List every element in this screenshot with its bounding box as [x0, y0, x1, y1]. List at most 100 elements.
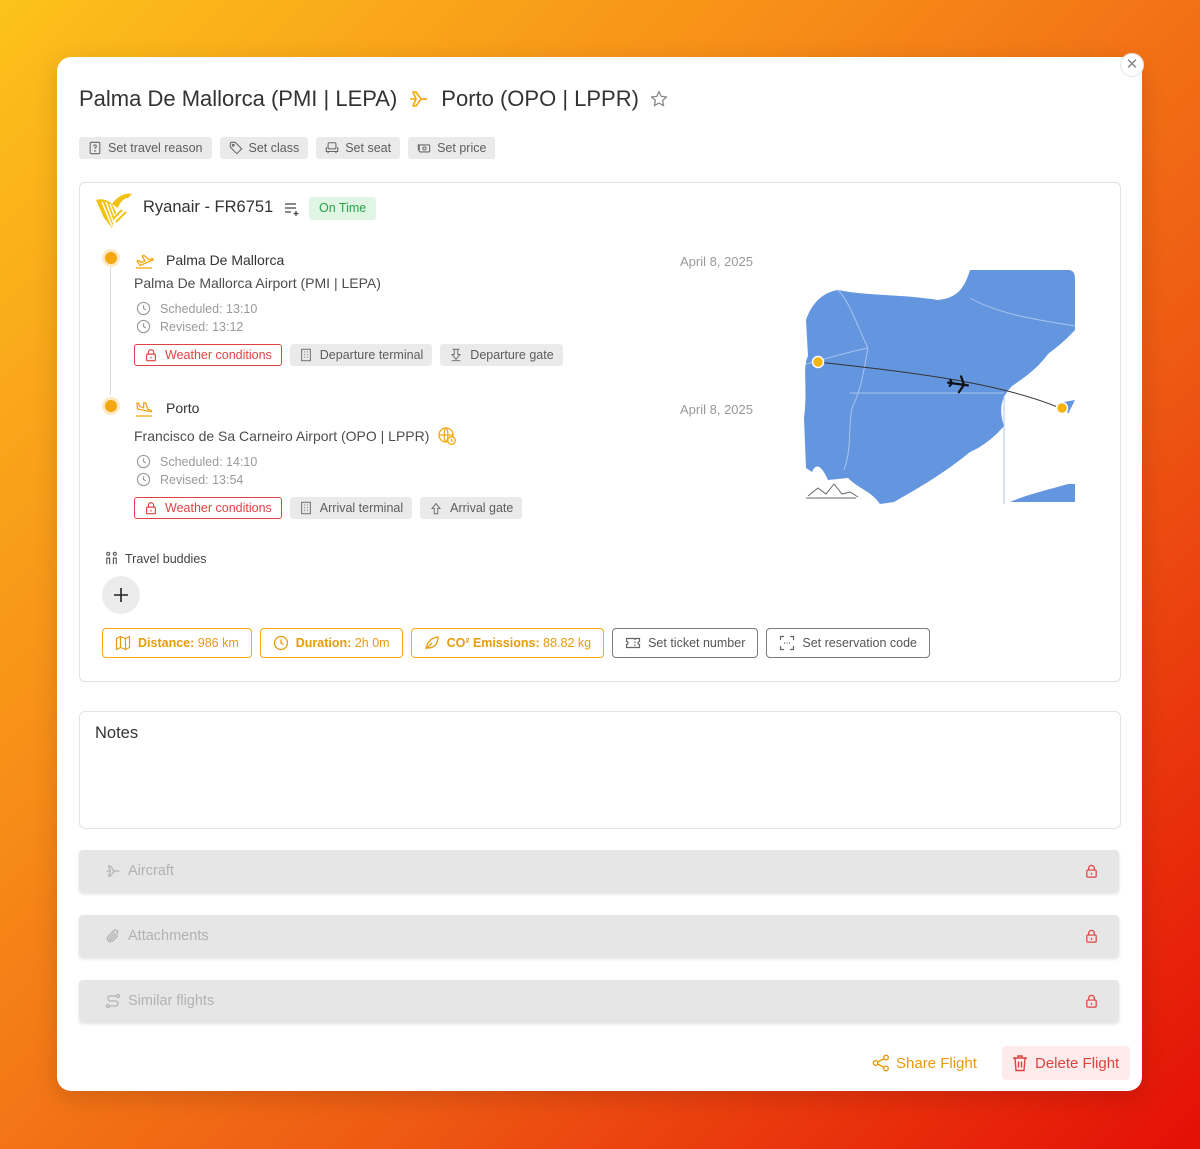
departure-airport-name: Palma De Mallorca Airport (PMI | LEPA)	[134, 275, 381, 291]
chip-label: Set class	[248, 141, 300, 155]
aircraft-section[interactable]: Aircraft	[79, 850, 1119, 892]
share-flight-button[interactable]: Share Flight	[863, 1046, 985, 1080]
list-add-icon[interactable]	[284, 201, 300, 217]
destination-title: Porto (OPO | LPPR)	[441, 86, 639, 111]
delay-reason-label: Weather conditions	[165, 348, 272, 362]
set-seat-button[interactable]: Set seat	[316, 137, 401, 159]
stats-row: Distance: 986 km Duration: 2h 0m CO² Emi…	[102, 628, 931, 658]
arrival-dot	[105, 400, 117, 412]
add-buddy-button[interactable]	[102, 576, 140, 614]
gate-up-icon	[431, 502, 442, 515]
similar-flights-label: Similar flights	[128, 993, 215, 1009]
departure-map-marker	[811, 355, 825, 369]
route-icon	[105, 993, 121, 1009]
set-ticket-number-button[interactable]: Set ticket number	[612, 628, 759, 658]
distance-stat: Distance: 986 km	[102, 628, 252, 658]
share-icon	[872, 1054, 889, 1072]
set-class-button[interactable]: Set class	[219, 137, 309, 159]
departure-delay-reason[interactable]: Weather conditions	[134, 344, 282, 366]
arrival-pills: Weather conditions Arrival terminal Arri…	[134, 497, 523, 519]
map-island-bottom	[1010, 484, 1075, 502]
close-button[interactable]: ✕	[1120, 53, 1144, 77]
notes-title: Notes	[95, 724, 139, 742]
flight-details-modal: Palma De Mallorca (PMI | LEPA) Porto (OP…	[57, 57, 1142, 1091]
terminal-label: Arrival terminal	[319, 501, 404, 515]
delay-reason-label: Weather conditions	[165, 501, 272, 515]
section-label: Similar flights	[105, 980, 214, 1022]
arrival-delay-reason[interactable]: Weather conditions	[134, 497, 282, 519]
map-icon	[115, 635, 131, 651]
attachments-section[interactable]: Attachments	[79, 915, 1119, 957]
flight-arrow-icon	[410, 91, 428, 107]
arrival-date: April 8, 2025	[680, 402, 753, 417]
duration-stat: Duration: 2h 0m	[259, 628, 403, 658]
set-reservation-code-button[interactable]: Set reservation code	[766, 628, 931, 658]
flight-card: Ryanair - FR6751 On Time Palma De Mallor…	[79, 182, 1121, 682]
landing-icon	[136, 401, 153, 417]
lock-icon	[1086, 929, 1097, 943]
section-label: Attachments	[105, 915, 209, 957]
section-label: Aircraft	[105, 850, 174, 892]
departure-dot	[105, 252, 117, 264]
duration-label: Duration:	[295, 636, 352, 650]
page-title: Palma De Mallorca (PMI | LEPA) Porto (OP…	[79, 82, 669, 116]
origin-title: Palma De Mallorca (PMI | LEPA)	[79, 86, 398, 111]
arrival-gate-button[interactable]: Arrival gate	[420, 497, 523, 519]
status-badge: On Time	[309, 197, 377, 220]
building-icon	[300, 348, 311, 362]
lock-icon	[1086, 994, 1097, 1008]
plane-icon	[106, 865, 120, 877]
route-map[interactable]	[798, 268, 1078, 508]
emissions-label: CO² Emissions:	[446, 636, 540, 650]
chip-label: Set price	[437, 141, 487, 155]
emissions-value: 88.82 kg	[543, 636, 592, 650]
clock-icon	[136, 301, 151, 316]
close-icon: ✕	[1125, 56, 1139, 73]
departure-date: April 8, 2025	[680, 254, 753, 269]
money-icon	[417, 144, 431, 153]
plus-icon	[114, 588, 128, 602]
duration-value: 2h 0m	[354, 636, 390, 650]
notes-panel[interactable]: Notes	[79, 711, 1121, 829]
building-icon	[300, 501, 311, 515]
delete-flight-button[interactable]: Delete Flight	[1002, 1046, 1130, 1080]
gate-label: Arrival gate	[450, 501, 514, 515]
share-label: Share Flight	[896, 1054, 977, 1072]
clock-icon	[136, 472, 151, 487]
travel-buddies: Travel buddies	[104, 551, 207, 566]
scan-icon	[780, 635, 795, 651]
lock-icon	[146, 349, 156, 362]
set-price-button[interactable]: Set price	[408, 137, 496, 159]
departure-terminal-button[interactable]: Departure terminal	[289, 344, 433, 366]
ticket-label: Set ticket number	[648, 636, 746, 650]
people-icon	[106, 551, 117, 565]
departure-airport: Palma De Mallorca Airport (PMI | LEPA)	[134, 275, 381, 291]
tag-icon	[229, 141, 242, 155]
delete-label: Delete Flight	[1035, 1054, 1120, 1072]
terrain-icon	[806, 483, 859, 499]
attachments-label: Attachments	[128, 928, 209, 944]
revised-time: Revised: 13:12	[160, 319, 244, 334]
arrival-terminal-button[interactable]: Arrival terminal	[289, 497, 413, 519]
departure-gate-button[interactable]: Departure gate	[440, 344, 563, 366]
globe-clock-icon[interactable]	[437, 426, 457, 446]
similar-flights-section[interactable]: Similar flights	[79, 980, 1119, 1022]
airline-flight-number: Ryanair - FR6751	[143, 198, 274, 216]
chip-label: Set travel reason	[108, 141, 203, 155]
lock-icon	[1086, 864, 1097, 878]
timeline-line	[110, 263, 111, 395]
departure-scheduled: Scheduled: 13:10	[136, 301, 257, 316]
clock-icon	[136, 454, 151, 469]
revised-time: Revised: 13:54	[160, 472, 244, 487]
set-travel-reason-button[interactable]: Set travel reason	[79, 137, 212, 159]
departure-pills: Weather conditions Departure terminal De…	[134, 344, 563, 366]
lock-icon	[146, 502, 156, 515]
trash-icon	[1013, 1055, 1027, 1072]
departure-revised: Revised: 13:12	[136, 319, 243, 334]
departure-city: Palma De Mallorca	[166, 252, 285, 268]
arrival-scheduled: Scheduled: 14:10	[136, 454, 257, 469]
arrival-city: Porto	[166, 400, 200, 416]
gate-down-icon	[451, 348, 462, 362]
star-icon[interactable]	[649, 89, 669, 109]
aircraft-label: Aircraft	[128, 863, 174, 879]
